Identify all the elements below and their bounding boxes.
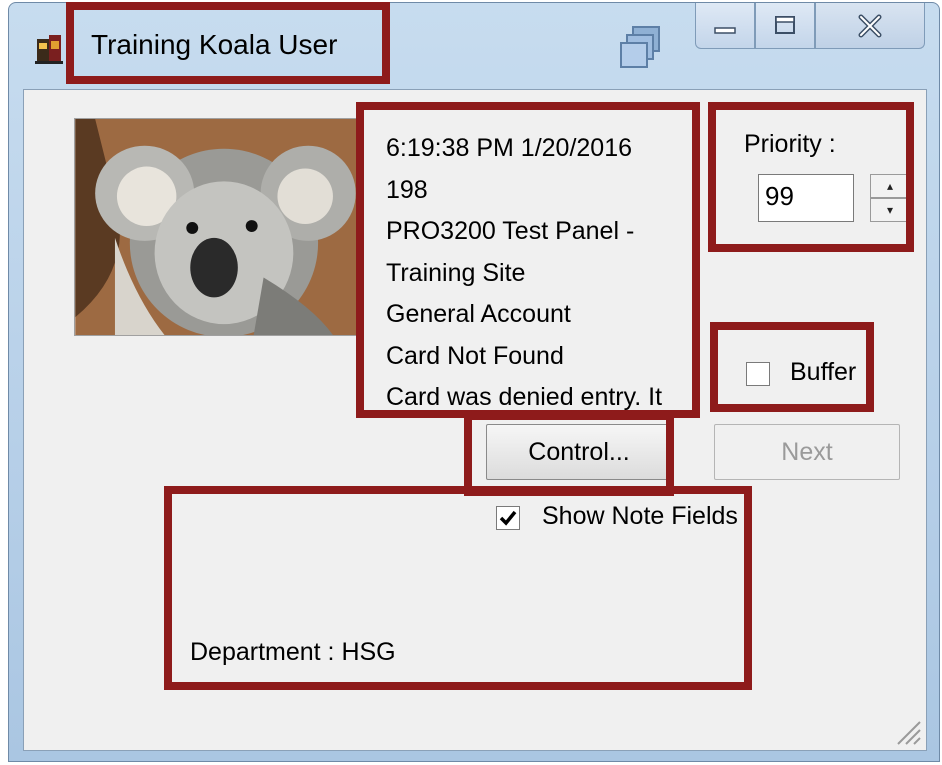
alarm-window: Training Koala User 6:19:38 PM 1/20/2016… (8, 2, 940, 762)
title-bar[interactable]: Training Koala User (9, 3, 939, 89)
site-name: Training Site (386, 258, 526, 287)
next-button[interactable]: Next (714, 424, 900, 480)
event-details: 6:19:38 PM 1/20/2016 198 PRO3200 Test Pa… (386, 128, 726, 419)
buffer-label: Buffer (790, 358, 857, 386)
event-description: Card was denied entry. It (386, 383, 663, 411)
event-number: 198 (386, 175, 428, 204)
arrow-up-icon: ▴ (886, 179, 894, 193)
close-button[interactable] (815, 3, 925, 49)
priority-input[interactable]: 99 (758, 174, 854, 222)
priority-down-button[interactable]: ▾ (870, 198, 910, 222)
maximize-button[interactable] (755, 3, 815, 49)
show-note-fields-label: Show Note Fields (542, 502, 738, 530)
checkmark-icon (499, 510, 517, 526)
panel-name: PRO3200 Test Panel - (386, 217, 635, 245)
arrow-down-icon: ▾ (886, 203, 894, 217)
close-icon (858, 14, 882, 37)
event-type: Card Not Found (386, 341, 564, 370)
minimize-icon (714, 26, 736, 34)
resize-grip-icon[interactable] (894, 718, 922, 746)
app-icon (35, 35, 63, 64)
window-title: Training Koala User (91, 29, 338, 60)
account-name: General Account (386, 300, 571, 328)
priority-label: Priority : (744, 130, 836, 158)
maximize-icon (775, 15, 795, 34)
control-button[interactable]: Control... (486, 424, 672, 480)
cascade-windows-icon[interactable] (617, 25, 663, 71)
show-note-fields-checkbox[interactable] (496, 506, 520, 530)
event-timestamp: 6:19:38 PM 1/20/2016 (386, 134, 633, 162)
caption-buttons (695, 3, 925, 49)
minimize-button[interactable] (695, 3, 755, 49)
priority-up-button[interactable]: ▴ (870, 174, 910, 198)
department-field: Department : HSG (190, 638, 396, 666)
user-photo (74, 118, 364, 336)
client-area: 6:19:38 PM 1/20/2016 198 PRO3200 Test Pa… (23, 89, 927, 751)
buffer-checkbox[interactable] (746, 362, 770, 386)
